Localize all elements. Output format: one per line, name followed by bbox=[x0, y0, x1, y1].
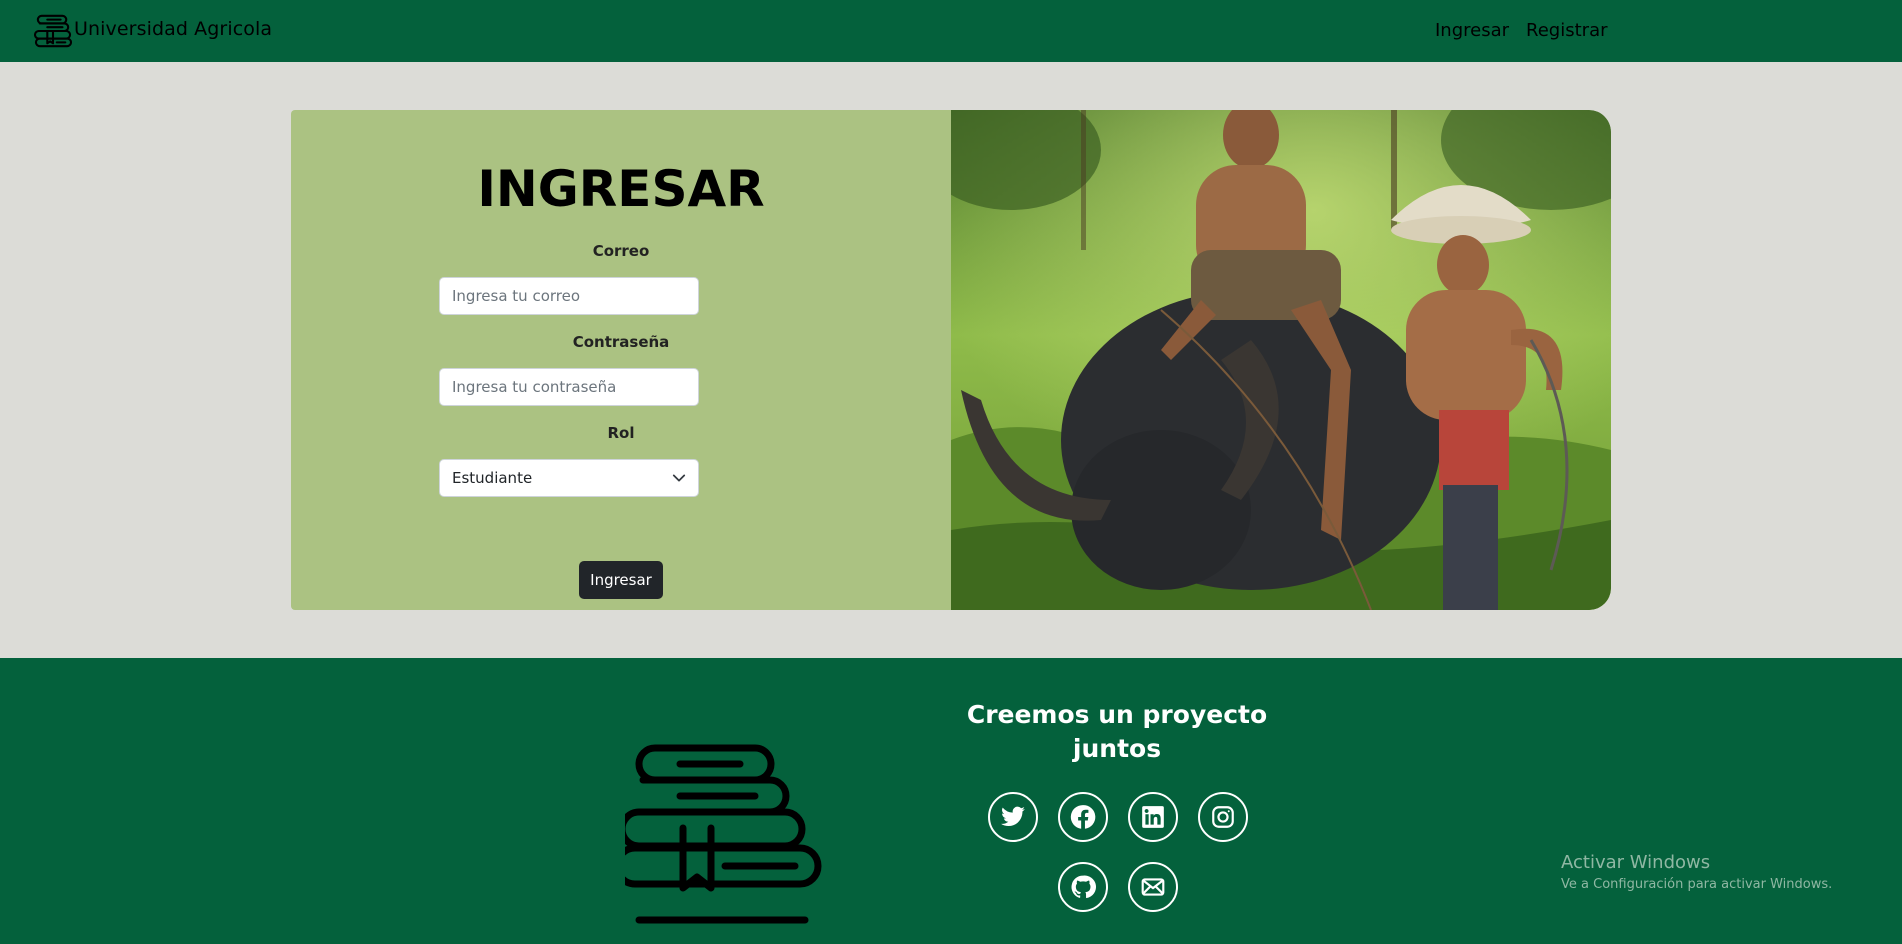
farm-photo-illustration bbox=[951, 110, 1611, 610]
mail-link[interactable] bbox=[1128, 862, 1178, 912]
nav-link-ingresar[interactable]: Ingresar bbox=[1435, 20, 1509, 41]
password-label: Contraseña bbox=[572, 333, 670, 351]
watermark-subtitle: Ve a Configuración para activar Windows. bbox=[1561, 877, 1833, 892]
mail-icon bbox=[1141, 878, 1165, 896]
submit-button[interactable]: Ingresar bbox=[579, 561, 663, 599]
brand-name: Universidad Agricola bbox=[74, 18, 273, 40]
facebook-icon bbox=[1070, 805, 1096, 829]
nav-links: Ingresar Registrar bbox=[1435, 20, 1608, 41]
email-input[interactable] bbox=[439, 277, 699, 315]
role-label: Rol bbox=[607, 424, 635, 442]
linkedin-icon bbox=[1142, 806, 1164, 828]
login-form: INGRESAR Correo Contraseña Rol Estudiant… bbox=[291, 110, 951, 610]
email-label: Correo bbox=[592, 242, 650, 260]
books-logo-icon bbox=[34, 14, 72, 48]
role-select[interactable]: Estudiante bbox=[439, 459, 699, 497]
footer: Creemos un proyecto juntos bbox=[0, 658, 1902, 944]
nav-link-registrar[interactable]: Registrar bbox=[1526, 20, 1607, 41]
role-selected-value: Estudiante bbox=[452, 469, 533, 487]
github-icon bbox=[1071, 875, 1096, 899]
brand-link[interactable]: Universidad Agricola bbox=[34, 13, 272, 49]
navbar: Universidad Agricola Ingresar Registrar bbox=[0, 0, 1902, 62]
books-footer-icon bbox=[625, 744, 822, 924]
password-input[interactable] bbox=[439, 368, 699, 406]
linkedin-link[interactable] bbox=[1128, 792, 1178, 842]
instagram-link[interactable] bbox=[1198, 792, 1248, 842]
twitter-icon bbox=[1001, 806, 1025, 826]
login-card: INGRESAR Correo Contraseña Rol Estudiant… bbox=[291, 110, 1611, 610]
farm-photo bbox=[951, 110, 1611, 610]
github-link[interactable] bbox=[1058, 862, 1108, 912]
facebook-link[interactable] bbox=[1058, 792, 1108, 842]
windows-activation-watermark: Activar Windows Ve a Configuración para … bbox=[1561, 852, 1832, 894]
instagram-icon bbox=[1212, 806, 1234, 828]
form-title: INGRESAR bbox=[477, 160, 765, 218]
chevron-down-icon bbox=[672, 474, 686, 482]
twitter-link[interactable] bbox=[988, 792, 1038, 842]
watermark-title: Activar Windows bbox=[1561, 852, 1711, 873]
footer-title: Creemos un proyecto juntos bbox=[966, 700, 1268, 763]
